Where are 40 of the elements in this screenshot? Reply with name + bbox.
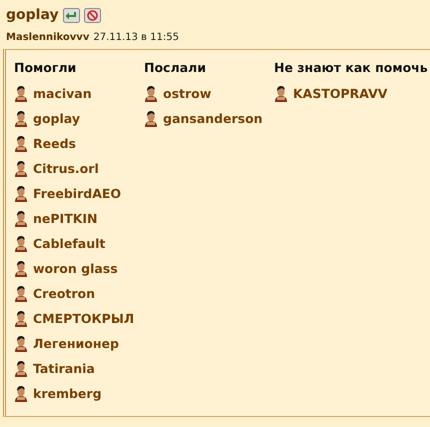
user-avatar-icon [14, 135, 28, 152]
column-heading: Не знают как помочь [274, 60, 428, 75]
user-link[interactable]: woron glass [33, 261, 118, 276]
reply-icon[interactable] [62, 8, 80, 22]
user-link[interactable]: goplay [33, 111, 80, 126]
post-date: 27.11.13 в 11:55 [93, 32, 179, 43]
user-avatar-icon [14, 235, 28, 252]
meta-author[interactable]: Maslennikovvv [6, 32, 90, 43]
user-link[interactable]: Reeds [33, 136, 76, 151]
user-link[interactable]: Tatirania [33, 361, 95, 376]
user-link[interactable]: nePITKIN [33, 211, 98, 226]
user-avatar-icon [14, 285, 28, 302]
user-avatar-icon [14, 335, 28, 352]
user-avatar-icon [14, 385, 28, 402]
user-avatar-icon [14, 160, 28, 177]
user-avatar-icon [14, 360, 28, 377]
user-avatar-icon [14, 210, 28, 227]
user-link[interactable]: Легенионер [33, 336, 119, 351]
user-avatar-icon [144, 110, 158, 127]
user-link[interactable]: Cablefault [33, 236, 106, 251]
user-link[interactable]: kremberg [33, 386, 102, 401]
column-heading: Послали [144, 60, 207, 75]
block-icon[interactable] [84, 8, 101, 22]
user-avatar-icon [144, 85, 158, 102]
user-link[interactable]: СМЕРТОКРЫЛ [33, 311, 134, 326]
user-avatar-icon [14, 310, 28, 327]
user-avatar-icon [14, 185, 28, 202]
user-avatar-icon [274, 85, 288, 102]
user-link[interactable]: KASTOPRAVV [293, 86, 388, 101]
user-avatar-icon [14, 110, 28, 127]
user-link[interactable]: FreebirdAEO [33, 186, 122, 201]
user-link[interactable]: gansanderson [163, 111, 263, 126]
author-name[interactable]: goplay [6, 7, 59, 23]
user-avatar-icon [14, 85, 28, 102]
user-link[interactable]: macivan [33, 86, 92, 101]
user-link[interactable]: ostrow [163, 86, 212, 101]
user-link[interactable]: Citrus.orl [33, 161, 99, 176]
user-avatar-icon [14, 260, 28, 277]
column-heading: Помогли [14, 60, 78, 75]
user-link[interactable]: Creotron [33, 286, 96, 301]
